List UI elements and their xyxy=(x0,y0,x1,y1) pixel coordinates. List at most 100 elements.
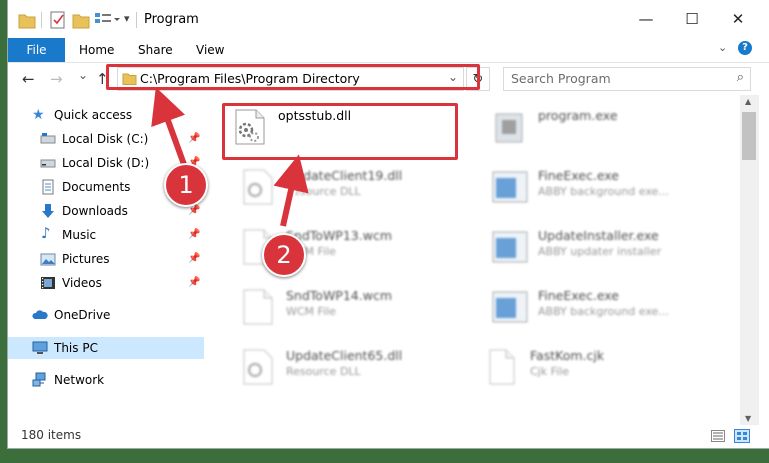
star-icon: ★ xyxy=(32,107,45,123)
navigation-pane: ★ Quick access Local Disk (C:) 📌 Local D… xyxy=(8,95,204,425)
title-separator xyxy=(41,12,42,28)
recent-locations-button[interactable]: ⌄ xyxy=(78,68,88,82)
window-title: Program xyxy=(144,12,199,27)
large-icons-view-icon[interactable] xyxy=(734,429,750,443)
file-name: FastKom.cjk xyxy=(530,348,605,363)
file-type: ABBY background exe... xyxy=(538,305,669,318)
file-type: ABBY background exe... xyxy=(538,185,669,198)
pin-icon: 📌 xyxy=(188,277,201,288)
sidebar-item-label: Documents xyxy=(62,180,131,194)
sidebar-item-music[interactable]: ♪ Music 📌 xyxy=(8,224,204,246)
sidebar-item-pictures[interactable]: Pictures 📌 xyxy=(8,248,204,270)
sidebar-item-label: This PC xyxy=(54,341,98,355)
file-type: Resource DLL xyxy=(286,185,361,198)
file-item-sndtowp14[interactable]: SndToWP14.wcm WCM File xyxy=(240,284,480,328)
maximize-button[interactable]: ☐ xyxy=(669,0,715,38)
app-window-icon xyxy=(492,291,528,323)
properties-icon[interactable] xyxy=(50,10,66,30)
title-separator-2 xyxy=(136,12,137,28)
view-options-icon[interactable] xyxy=(94,10,120,30)
file-item-fineexec-2[interactable]: FineExec.exe ABBY background exe... xyxy=(492,284,732,328)
pin-icon: 📌 xyxy=(188,253,201,264)
drive-icon xyxy=(40,159,56,168)
sidebar-item-label: Pictures xyxy=(62,252,110,266)
file-item-updateclient19[interactable]: UpdateClient19.dll Resource DLL xyxy=(240,164,480,208)
ribbon-tabs: File Home Share View ⌄ ? xyxy=(8,38,769,63)
expand-ribbon-icon[interactable]: ⌄ xyxy=(718,41,727,54)
file-name: FineExec.exe xyxy=(538,168,619,183)
close-button[interactable]: ✕ xyxy=(715,0,761,38)
back-button[interactable]: ← xyxy=(22,70,35,88)
sidebar-item-label: Music xyxy=(62,228,97,242)
tab-share[interactable]: Share xyxy=(138,43,173,57)
search-input[interactable]: Search Program xyxy=(511,71,611,86)
file-item-program-exe[interactable]: program.exe xyxy=(492,104,732,148)
file-item-fineexec[interactable]: FineExec.exe ABBY background exe... xyxy=(492,164,732,208)
new-folder-icon[interactable] xyxy=(72,10,90,30)
blank-file-icon xyxy=(489,349,515,385)
scroll-down-icon[interactable]: ▼ xyxy=(745,414,751,423)
search-box[interactable]: Search Program ⌕ xyxy=(503,67,751,91)
search-icon: ⌕ xyxy=(736,70,744,85)
app-window-icon xyxy=(492,231,528,263)
dll-file-icon xyxy=(243,169,273,205)
sidebar-item-label: Downloads xyxy=(62,204,128,218)
file-item-updateclient65[interactable]: UpdateClient65.dll Resource DLL xyxy=(240,344,480,388)
dll-file-icon xyxy=(243,349,273,385)
folder-icon xyxy=(18,14,36,29)
help-icon[interactable]: ? xyxy=(738,41,752,55)
download-icon xyxy=(42,204,54,218)
scroll-thumb[interactable] xyxy=(742,112,756,160)
file-name: UpdateInstaller.exe xyxy=(538,228,659,243)
file-type: Cjk File xyxy=(530,365,570,378)
file-name: UpdateClient65.dll xyxy=(286,348,403,363)
customize-toolbar-icon[interactable]: ▾ xyxy=(124,12,130,25)
sidebar-item-label: Videos xyxy=(62,276,102,290)
file-name: SndToWP13.wcm xyxy=(286,228,392,243)
documents-icon xyxy=(42,179,54,195)
file-name: program.exe xyxy=(538,108,618,123)
drive-icon xyxy=(40,133,56,144)
address-highlight-box xyxy=(106,64,480,90)
sidebar-item-label: Local Disk (D:) xyxy=(62,156,150,170)
step-marker-1: 1 xyxy=(164,163,208,207)
file-name: UpdateClient19.dll xyxy=(286,168,403,183)
network-icon xyxy=(32,372,46,387)
details-view-icon[interactable] xyxy=(711,430,725,442)
file-item-fastkom[interactable]: FastKom.cjk Cjk File xyxy=(484,344,724,388)
pin-icon: 📌 xyxy=(188,133,201,144)
sidebar-item-label: OneDrive xyxy=(54,308,111,322)
sidebar-item-label: Quick access xyxy=(54,108,133,122)
videos-icon xyxy=(41,277,55,289)
file-name: SndToWP14.wcm xyxy=(286,288,392,303)
title-bar: ▾ Program — ☐ ✕ xyxy=(8,0,769,38)
sidebar-item-label: Network xyxy=(54,373,105,387)
app-window-icon xyxy=(492,171,528,203)
computer-icon xyxy=(32,341,48,354)
pin-icon: 📌 xyxy=(188,229,201,240)
file-type: WCM File xyxy=(286,305,336,318)
minimize-button[interactable]: — xyxy=(623,0,669,38)
tab-home[interactable]: Home xyxy=(79,43,114,57)
vertical-scrollbar[interactable]: ▲ ▼ xyxy=(740,95,759,425)
blank-file-icon xyxy=(243,289,273,325)
music-icon: ♪ xyxy=(41,224,51,242)
scroll-up-icon[interactable]: ▲ xyxy=(745,97,751,106)
forward-button[interactable]: → xyxy=(50,70,63,88)
file-item-updateinstaller[interactable]: UpdateInstaller.exe ABBY updater install… xyxy=(492,224,732,268)
file-highlight-box xyxy=(222,103,458,160)
sidebar-item-network[interactable]: Network xyxy=(8,369,204,391)
tab-file[interactable]: File xyxy=(8,38,65,62)
file-name: FineExec.exe xyxy=(538,288,619,303)
exe-file-icon xyxy=(495,113,523,143)
sidebar-item-quick-access[interactable]: ★ Quick access xyxy=(8,104,204,126)
status-bar: 180 items xyxy=(8,425,769,448)
sidebar-item-local-disk-c[interactable]: Local Disk (C:) 📌 xyxy=(8,128,204,150)
file-type: ABBY updater installer xyxy=(538,245,662,258)
sidebar-item-onedrive[interactable]: OneDrive xyxy=(8,304,204,326)
step-marker-2: 2 xyxy=(262,233,306,277)
item-count: 180 items xyxy=(21,428,82,442)
sidebar-item-this-pc[interactable]: This PC xyxy=(8,337,204,359)
sidebar-item-videos[interactable]: Videos 📌 xyxy=(8,272,204,294)
tab-view[interactable]: View xyxy=(196,43,224,57)
